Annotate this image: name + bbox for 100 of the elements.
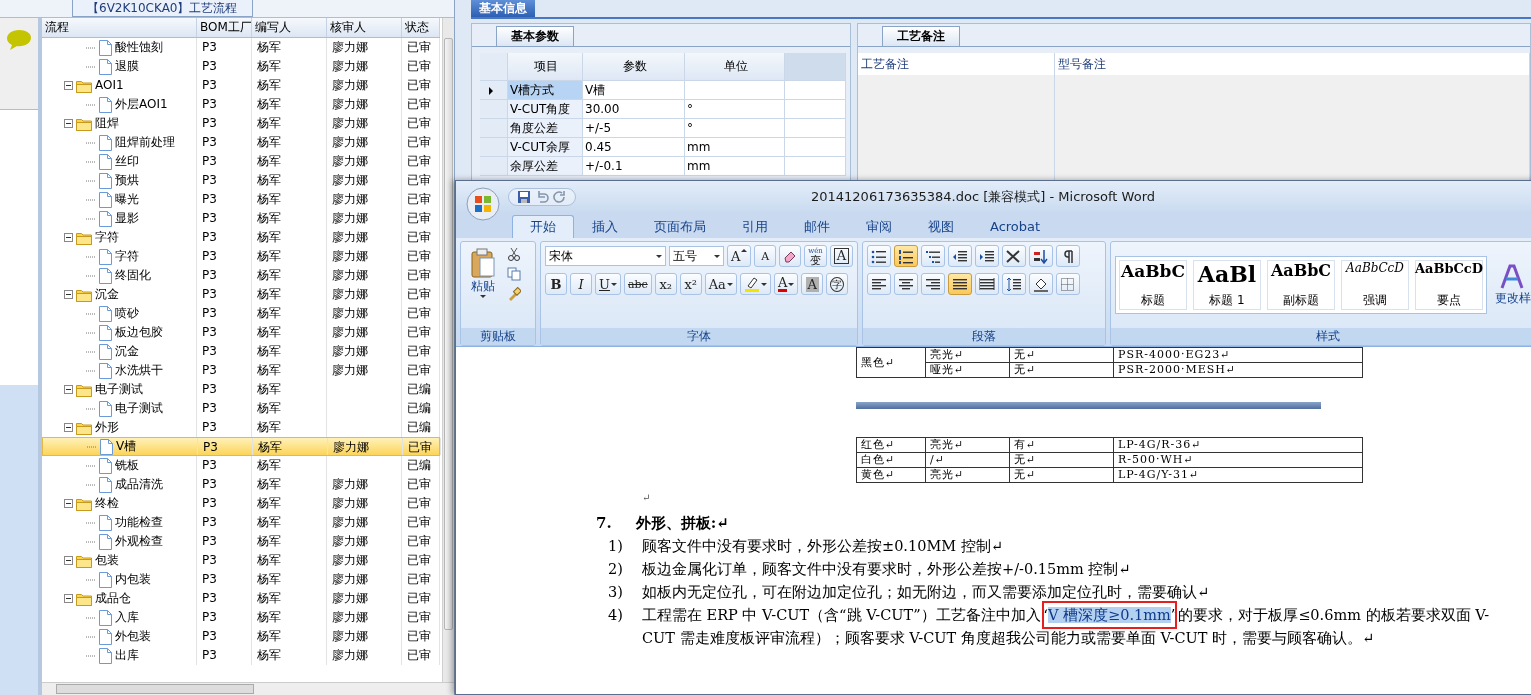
column-header[interactable]: 核审人 [327,18,402,37]
multilevel-button[interactable] [921,245,945,267]
table-cell[interactable]: V-CUT角度 [508,100,583,119]
change-case-button[interactable]: Aa [704,273,737,295]
column-header[interactable]: BOM工厂 [197,18,252,37]
numbering-button[interactable] [894,245,918,267]
tree-row[interactable]: 包装 P3 杨军 廖力娜 已审 [42,551,440,570]
underline-button[interactable]: U [595,273,621,295]
tree-row[interactable]: 内包装 P3 杨军 廖力娜 已审 [42,570,440,589]
highlight-button[interactable] [739,273,771,295]
font-name-field[interactable]: 宋体 [545,246,666,266]
redo-icon[interactable] [553,190,567,204]
tree-row[interactable]: 阻焊前处理 P3 杨军 廖力娜 已审 [42,133,440,152]
paste-button[interactable]: 粘贴 [465,245,501,325]
indent-button[interactable] [975,245,999,267]
style-preset[interactable]: AaBl 标题 1 [1193,260,1261,310]
tree-row[interactable]: 预烘 P3 杨军 廖力娜 已审 [42,171,440,190]
tree-row[interactable]: 阻焊 P3 杨军 廖力娜 已审 [42,114,440,133]
style-preset[interactable]: AaBbC 副标题 [1267,260,1335,310]
table-cell[interactable]: mm [685,157,785,176]
tree-row[interactable]: 成品清洗 P3 杨军 廖力娜 已审 [42,475,440,494]
character-shading-button[interactable]: A [801,273,824,295]
change-styles-button[interactable]: 更改样 [1493,263,1531,307]
tree-row[interactable]: 喷砂 P3 杨军 廖力娜 已审 [42,304,440,323]
empty-cell[interactable] [685,81,785,100]
tree-row[interactable]: 外观检查 P3 杨军 廖力娜 已审 [42,532,440,551]
collapse-icon[interactable] [64,556,73,565]
tree-row[interactable]: 曝光 P3 杨军 廖力娜 已审 [42,190,440,209]
outdent-button[interactable] [948,245,972,267]
table-cell[interactable]: V槽 [583,81,685,100]
save-icon[interactable] [517,190,531,204]
table-cell[interactable]: ° [685,119,785,138]
shading-button[interactable] [1029,273,1053,295]
font-size-field[interactable]: 五号 [668,246,725,266]
table-cell[interactable]: mm [685,138,785,157]
table-cell[interactable]: 30.00 [583,100,685,119]
tree-row[interactable]: 酸性蚀刻 P3 杨军 廖力娜 已审 [42,38,440,57]
ribbon-tab[interactable]: 开始 [512,215,574,238]
spacing-button[interactable] [1002,273,1026,295]
tree-row[interactable]: V槽 P3 杨军 廖力娜 已审 [42,437,440,456]
ribbon-tab[interactable]: 页面布局 [636,215,724,238]
table-cell[interactable]: +/-5 [583,119,685,138]
ribbon-tab[interactable]: 审阅 [848,215,910,238]
tree-row[interactable]: 丝印 P3 杨军 廖力娜 已审 [42,152,440,171]
collapse-icon[interactable] [64,499,73,508]
distribute-button[interactable] [975,273,999,295]
tree-row[interactable]: 出库 P3 杨军 廖力娜 已审 [42,646,440,665]
tree-row[interactable]: 退膜 P3 杨军 廖力娜 已审 [42,57,440,76]
font-color-button[interactable]: A [773,273,799,295]
scissors-icon[interactable] [507,247,521,261]
brush-icon[interactable] [507,287,521,301]
grow-font-button[interactable]: A [727,245,752,267]
style-preset[interactable]: AaBbC 标题 [1119,260,1187,310]
tree-row[interactable]: 终检 P3 杨军 廖力娜 已审 [42,494,440,513]
panel-tab[interactable]: 基本参数 [496,26,574,46]
tree-row[interactable]: 沉金 P3 杨军 廖力娜 已审 [42,342,440,361]
tree-row[interactable]: 功能检查 P3 杨军 廖力娜 已审 [42,513,440,532]
document-tab[interactable]: 【6V2K10CKA0】工艺流程 [72,0,253,17]
left-button[interactable] [867,273,891,295]
character-border-button[interactable]: A [829,245,853,267]
collapse-icon[interactable] [64,594,73,603]
table-cell[interactable]: V槽方式 [508,81,583,100]
italic-button[interactable]: I [570,273,592,295]
subscript-button[interactable]: x₂ [654,273,677,295]
tree-row[interactable]: 字符 P3 杨军 廖力娜 已审 [42,247,440,266]
ribbon-tab[interactable]: 插入 [574,215,636,238]
column-header[interactable]: 状态 [402,18,440,37]
superscript-button[interactable]: x² [679,273,702,295]
tree-row[interactable]: 字符 P3 杨军 廖力娜 已审 [42,228,440,247]
tree-row[interactable]: 铣板 P3 杨军 已编 [42,456,440,475]
justify-button[interactable] [948,273,972,295]
tree-row[interactable]: 电子测试 P3 杨军 已编 [42,399,440,418]
tree-row[interactable]: 外层AOI1 P3 杨军 廖力娜 已审 [42,95,440,114]
marks-button[interactable] [1056,245,1080,267]
tree-row[interactable]: 显影 P3 杨军 廖力娜 已审 [42,209,440,228]
table-cell[interactable]: ° [685,100,785,119]
ribbon-tab[interactable]: 视图 [910,215,972,238]
tree-row[interactable]: AOI1 P3 杨军 廖力娜 已审 [42,76,440,95]
table-cell[interactable]: 0.45 [583,138,685,157]
tree-row[interactable]: 入库 P3 杨军 廖力娜 已审 [42,608,440,627]
tree-row[interactable]: 水洗烘干 P3 杨军 廖力娜 已审 [42,361,440,380]
column-header[interactable]: 流程 [42,18,197,37]
sort-button[interactable] [1029,245,1053,267]
collapse-icon[interactable] [64,81,73,90]
bold-button[interactable]: B [545,273,567,295]
ribbon-tab[interactable]: 引用 [724,215,786,238]
tree-row[interactable]: 板边包胶 P3 杨军 廖力娜 已审 [42,323,440,342]
column-header[interactable]: 编写人 [252,18,327,37]
collapse-icon[interactable] [64,423,73,432]
style-preset[interactable]: AaBbCcD 强调 [1341,260,1409,310]
collapse-icon[interactable] [64,290,73,299]
horizontal-scrollbar[interactable] [42,682,454,695]
collapse-icon[interactable] [64,233,73,242]
copy-icon[interactable] [507,267,521,281]
clear-format-button[interactable] [779,245,802,267]
strikethrough-button[interactable]: abc [623,273,652,295]
vertical-scrollbar[interactable] [442,18,454,682]
ribbon-tab[interactable]: 邮件 [786,215,848,238]
tree-row[interactable]: 成品仓 P3 杨军 廖力娜 已审 [42,589,440,608]
bullets-button[interactable] [867,245,891,267]
